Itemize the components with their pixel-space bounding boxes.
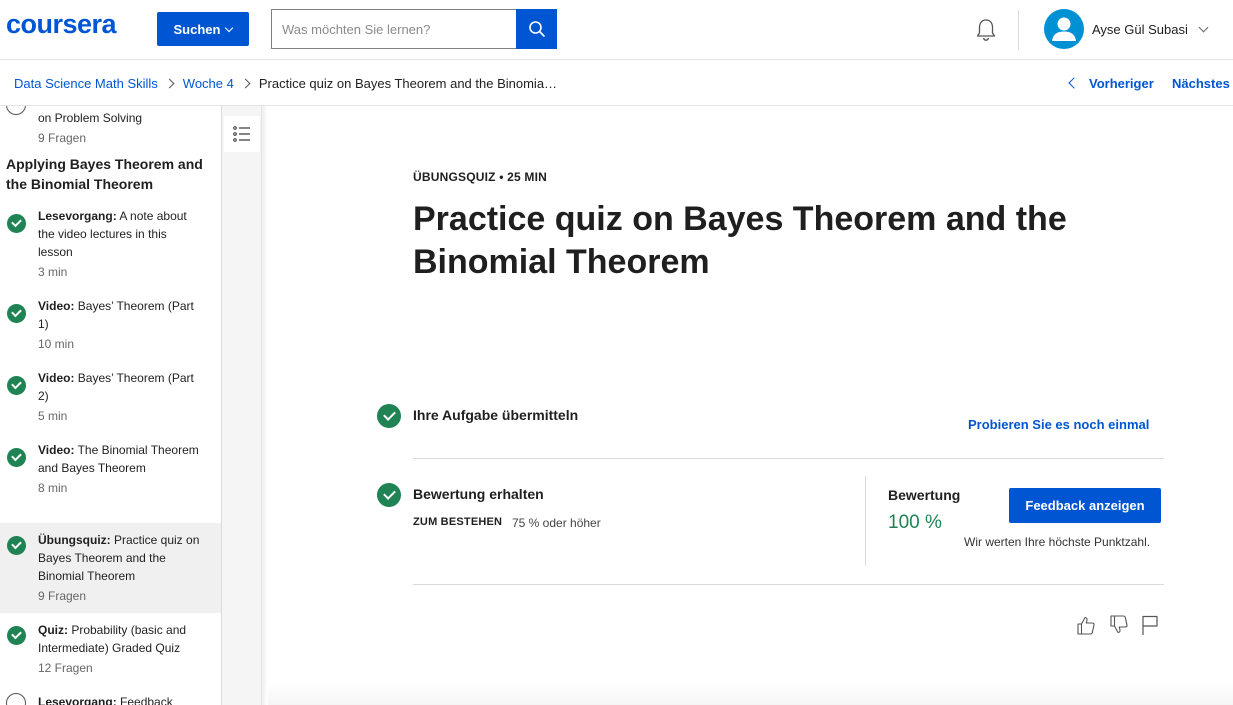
search-catalog-button[interactable]: Suchen xyxy=(157,12,249,46)
step-grade-title: Bewertung erhalten xyxy=(413,486,544,502)
bottom-fade xyxy=(268,682,1233,705)
user-avatar-icon xyxy=(1044,9,1084,49)
retry-button[interactable]: Probieren Sie es noch einmal xyxy=(968,417,1149,432)
chevron-left-icon xyxy=(1068,77,1080,89)
outline-toggle-strip xyxy=(222,106,262,705)
completed-check-icon xyxy=(7,214,26,233)
sidebar-item-kind: Quiz: xyxy=(38,623,68,637)
top-navigation-bar: coursera Suchen Ayse Gül Subasi xyxy=(0,0,1233,60)
completed-check-icon xyxy=(7,376,26,395)
sidebar-item-kind: Übungsquiz: xyxy=(38,533,111,547)
completed-check-icon xyxy=(377,404,401,428)
toggle-outline-button[interactable] xyxy=(224,116,260,152)
search-icon xyxy=(528,21,545,37)
previous-item-link[interactable]: Vorheriger xyxy=(1068,61,1154,105)
chevron-right-icon xyxy=(240,78,251,88)
page-title: Practice quiz on Bayes Theorem and the B… xyxy=(413,200,1067,281)
sidebar-item-practice-quiz[interactable]: Übungsquiz: Practice quiz on Bayes Theor… xyxy=(0,523,221,613)
completed-check-icon xyxy=(7,536,26,555)
breadcrumb-item-week[interactable]: Woche 4 xyxy=(183,76,234,91)
dislike-button[interactable] xyxy=(1107,612,1131,638)
strip-shadow xyxy=(262,106,268,705)
sidebar-item-meta: 8 min xyxy=(38,481,68,495)
sidebar-item-kind: Lesevorgang: xyxy=(38,209,117,223)
user-menu[interactable]: Ayse Gül Subasi xyxy=(1044,9,1209,49)
sidebar-item-kind: Video: xyxy=(38,299,75,313)
coursera-logo[interactable]: coursera xyxy=(6,9,117,40)
thumbs-up-icon xyxy=(1077,616,1095,635)
reading-circle-icon xyxy=(6,693,26,705)
breadcrumb-bar: Data Science Math Skills Woche 4 Practic… xyxy=(0,61,1233,106)
sidebar-item-kind: Video: xyxy=(38,443,75,457)
divider xyxy=(413,458,1164,459)
sidebar-item-meta: 5 min xyxy=(38,409,68,423)
search-catalog-button-label: Suchen xyxy=(173,21,221,37)
sidebar-item-title: on Problem Solving xyxy=(38,111,143,125)
sidebar-section-title: Applying Bayes Theorem and the Binomial … xyxy=(6,156,203,192)
search-submit-button[interactable] xyxy=(516,9,557,49)
completed-check-icon xyxy=(7,626,26,645)
sidebar-item-video-bayes-2[interactable]: Video: Bayes’ Theorem (Part 2) 5 min xyxy=(0,369,221,433)
breadcrumb: Data Science Math Skills Woche 4 Practic… xyxy=(14,61,557,105)
sidebar-item-graded-quiz[interactable]: Quiz: Probability (basic and Intermediat… xyxy=(0,621,221,685)
course-outline-sidebar: on Problem Solving 9 Fragen Applying Bay… xyxy=(0,106,222,705)
grade-label: Bewertung xyxy=(888,487,961,503)
sidebar-item-meta: 10 min xyxy=(38,337,75,351)
next-item-link[interactable]: Nächstes xyxy=(1172,61,1230,105)
sidebar-item-reading-note[interactable]: Lesevorgang: A note about the video lect… xyxy=(0,207,221,287)
sidebar-item-video-bayes-1[interactable]: Video: Bayes’ Theorem (Part 1) 10 min xyxy=(0,297,221,361)
chevron-down-icon xyxy=(225,23,234,32)
completed-check-icon xyxy=(377,483,401,507)
grade-divider xyxy=(865,476,866,566)
flag-icon xyxy=(1142,615,1158,635)
bell-icon[interactable] xyxy=(972,16,1000,44)
pass-requirement-label: ZUM BESTEHEN xyxy=(413,516,503,528)
completed-check-icon xyxy=(7,448,26,467)
previous-item-label: Vorheriger xyxy=(1089,75,1154,91)
view-feedback-button[interactable]: Feedback anzeigen xyxy=(1009,488,1161,523)
sidebar-item-meta: 9 Fragen xyxy=(38,131,87,145)
user-name: Ayse Gül Subasi xyxy=(1092,21,1188,37)
sidebar-item-kind: Lesevorgang: xyxy=(38,695,117,705)
like-button[interactable] xyxy=(1074,612,1098,638)
header-divider xyxy=(1018,10,1019,50)
chevron-right-icon xyxy=(164,78,175,88)
item-type-label: ÜBUNGSQUIZ • 25 MIN xyxy=(413,170,548,184)
sidebar-item-meta: 3 min xyxy=(38,265,68,279)
breadcrumb-item-course[interactable]: Data Science Math Skills xyxy=(14,76,158,91)
sidebar-item-previous-quiz[interactable]: on Problem Solving 9 Fragen xyxy=(0,106,221,145)
list-outline-icon xyxy=(233,126,250,142)
pass-requirement-value: 75 % oder höher xyxy=(512,516,601,530)
sidebar-item-meta: 9 Fragen xyxy=(38,589,87,603)
step-submit-title: Ihre Aufgabe übermitteln xyxy=(413,407,579,423)
search-input[interactable] xyxy=(271,9,517,49)
sidebar-item-reading-feedback[interactable]: Lesevorgang: Feedback xyxy=(0,693,221,705)
not-started-circle-icon xyxy=(6,106,26,115)
thumbs-down-icon xyxy=(1110,615,1128,634)
breadcrumb-current: Practice quiz on Bayes Theorem and the B… xyxy=(258,75,558,91)
completed-check-icon xyxy=(7,304,26,323)
sidebar-item-video-binomial[interactable]: Video: The Binomial Theorem and Bayes Th… xyxy=(0,441,221,523)
grade-note: Wir werten Ihre höchste Punktzahl. xyxy=(964,535,1151,549)
report-button[interactable] xyxy=(1138,612,1162,638)
grade-value: 100 % xyxy=(888,512,942,533)
chevron-down-icon xyxy=(1198,22,1209,32)
sidebar-item-meta: 12 Fragen xyxy=(38,661,93,675)
divider xyxy=(413,584,1164,585)
sidebar-item-title: Feedback xyxy=(116,695,173,705)
sidebar-item-kind: Video: xyxy=(38,371,75,385)
